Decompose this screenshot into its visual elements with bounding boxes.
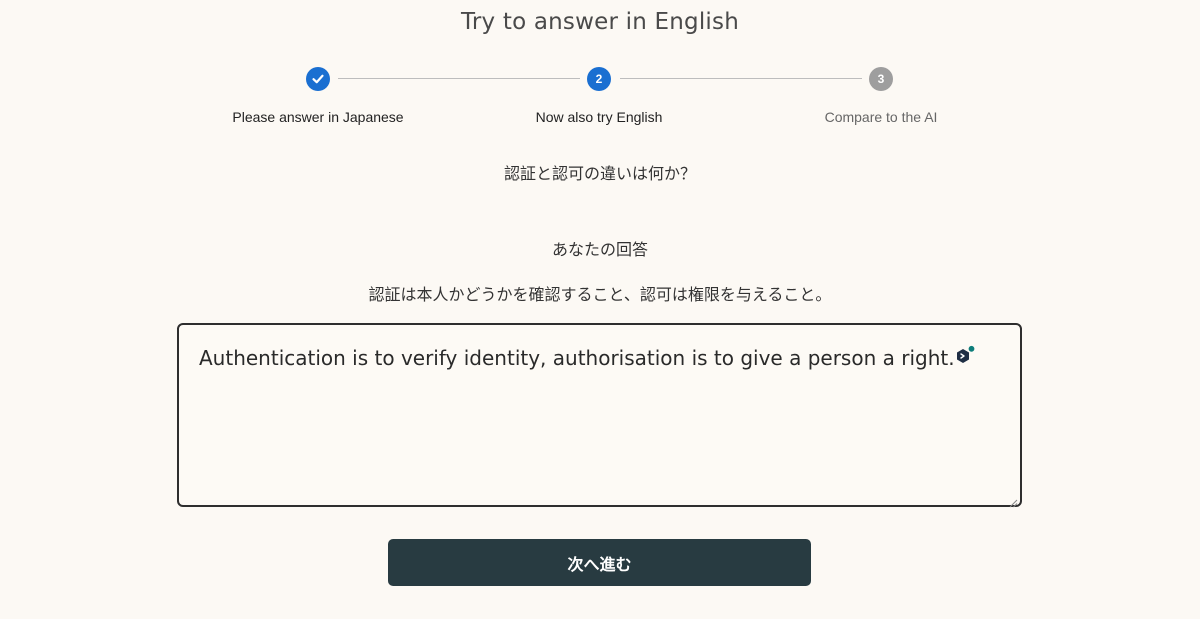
- step-1-label: Please answer in Japanese: [232, 109, 404, 125]
- resize-handle-icon[interactable]: [1008, 493, 1018, 508]
- english-answer-textarea[interactable]: Authentication is to verify identity, au…: [177, 323, 1022, 508]
- step-1-check-icon: [306, 67, 330, 91]
- english-answer-value[interactable]: Authentication is to verify identity, au…: [199, 346, 955, 370]
- stepper-connector-2: [620, 78, 862, 79]
- step-3-label: Compare to the AI: [824, 109, 938, 125]
- stepper-connector-1: [338, 78, 580, 79]
- next-button[interactable]: 次へ進む: [388, 539, 811, 586]
- step-3-indicator: 3: [869, 67, 893, 91]
- step-2-indicator: 2: [587, 67, 611, 91]
- step-2-label: Now also try English: [535, 109, 663, 125]
- answer-heading: あなたの回答: [551, 240, 648, 259]
- progress-stepper: 2 3 Please answer in Japanese Now also t…: [0, 0, 1200, 140]
- grammar-assistant-icon[interactable]: [955, 344, 977, 367]
- japanese-answer-text: 認証は本人かどうかを確認すること、認可は権限を与えること。: [368, 285, 832, 304]
- question-text: 認証と認可の違いは何か？: [503, 164, 696, 183]
